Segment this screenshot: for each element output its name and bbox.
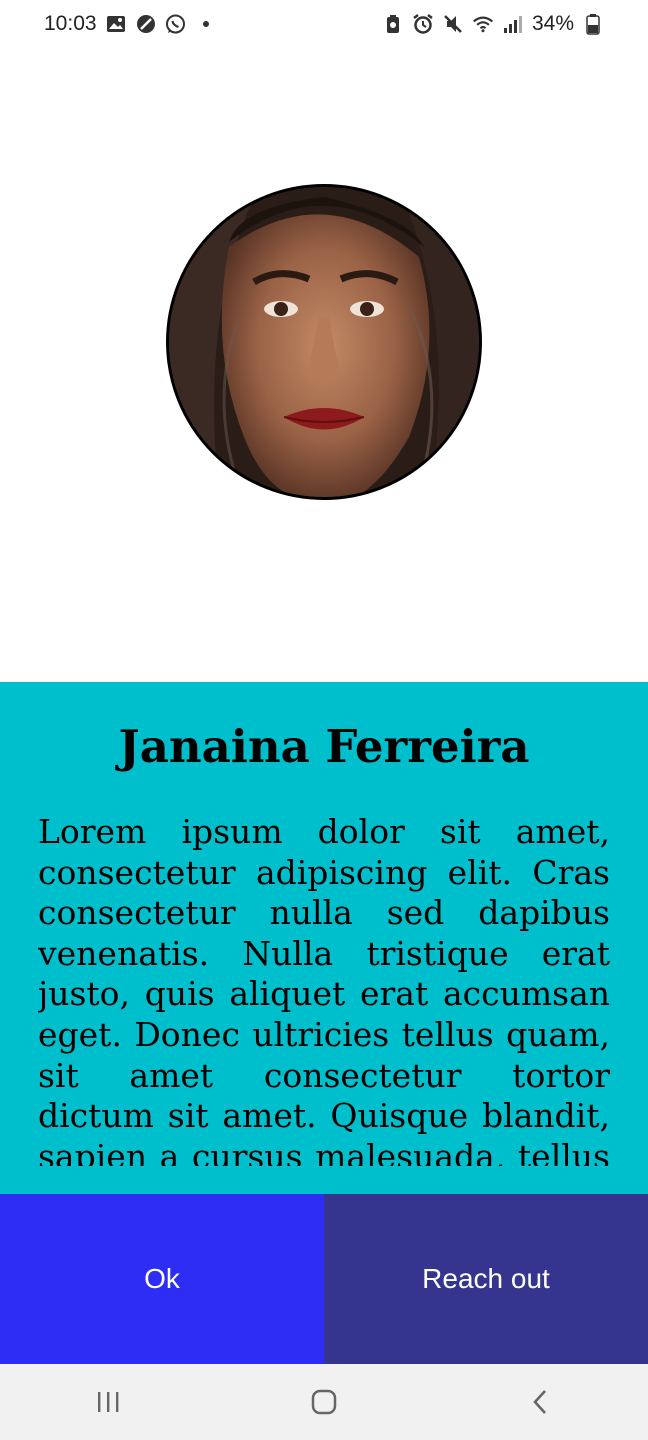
battery-icon (582, 13, 604, 35)
status-left: 10:03 (44, 12, 217, 36)
profile-bio: Lorem ipsum dolor sit amet, consectetur … (38, 812, 610, 1166)
recents-icon[interactable] (48, 1364, 168, 1440)
dot-icon (195, 13, 217, 35)
profile-header (0, 48, 648, 682)
battery-saver-icon (382, 13, 404, 35)
portrait-image (169, 187, 479, 497)
profile-avatar (166, 184, 482, 500)
system-nav-bar (0, 1364, 648, 1440)
wifi-icon (472, 13, 494, 35)
mute-icon (442, 13, 464, 35)
profile-panel: Janaina Ferreira Lorem ipsum dolor sit a… (0, 682, 648, 1194)
signal-icon (502, 13, 524, 35)
no-disturb-icon (135, 13, 157, 35)
back-icon[interactable] (480, 1364, 600, 1440)
profile-name: Janaina Ferreira (118, 720, 530, 773)
home-icon[interactable] (264, 1364, 384, 1440)
reach-out-button[interactable]: Reach out (324, 1194, 648, 1364)
image-icon (105, 13, 127, 35)
whatsapp-icon (165, 13, 187, 35)
status-bar: 10:03 34% (0, 0, 648, 48)
status-time: 10:03 (44, 12, 97, 35)
battery-percent: 34% (531, 12, 574, 35)
status-right: 34% (382, 12, 604, 36)
alarm-icon (412, 13, 434, 35)
ok-button[interactable]: Ok (0, 1194, 324, 1364)
